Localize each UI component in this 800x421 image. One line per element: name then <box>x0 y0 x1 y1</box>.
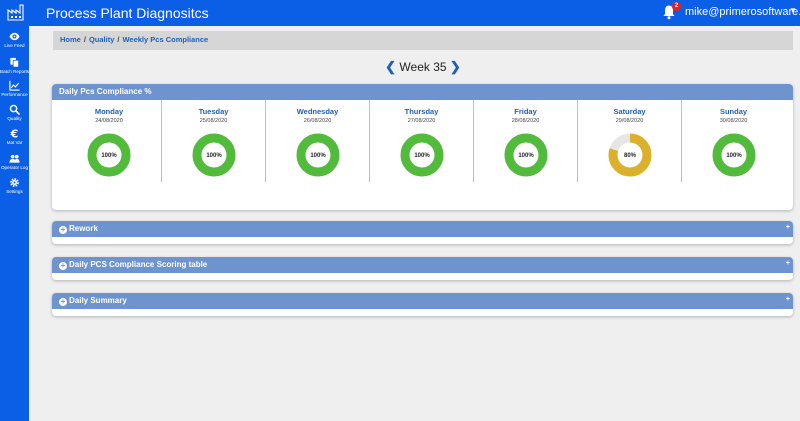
panel-header[interactable]: + Daily PCS Compliance Scoring table + <box>52 257 793 273</box>
panel-title: Daily PCS Compliance Scoring table <box>69 260 208 269</box>
sidebar-item-mat-var[interactable]: € Mat Var <box>0 128 29 152</box>
plus-circle-icon[interactable]: + <box>59 298 67 306</box>
breadcrumb-separator: / <box>117 35 120 44</box>
day-wednesday: Wednesday 26/08/2020 100% <box>265 100 369 182</box>
sidebar-item-label: Live Feed <box>4 43 25 48</box>
panel-header[interactable]: + Rework + <box>52 221 793 237</box>
day-name: Friday <box>514 107 537 116</box>
breadcrumb-home[interactable]: Home <box>60 35 81 44</box>
day-name: Saturday <box>613 107 646 116</box>
day-thursday: Thursday 27/08/2020 100% <box>369 100 473 182</box>
day-date: 27/08/2020 <box>407 118 436 124</box>
days-row: Monday 24/08/2020 100% Tuesday 25/08/202… <box>52 100 793 206</box>
compliance-donut: 100% <box>192 133 235 177</box>
panel-title: Rework <box>69 224 98 233</box>
donut-percent-label: 100% <box>726 153 742 159</box>
day-friday: Friday 28/08/2020 100% <box>473 100 577 182</box>
sidebar-item-settings[interactable]: Settings <box>0 177 29 201</box>
donut-percent-label: 100% <box>414 153 430 159</box>
chevron-down-icon[interactable]: ▼ <box>789 6 797 15</box>
sidebar-item-label: Operator Log <box>0 165 29 170</box>
day-monday: Monday 24/08/2020 100% <box>57 100 161 182</box>
sidebar-item-label: Performance <box>1 92 28 97</box>
compliance-donut: 80% <box>608 133 651 177</box>
daily-summary-panel: + Daily Summary + <box>52 293 793 316</box>
sidebar-item-label: Quality <box>7 116 22 121</box>
app-title: Process Plant Diagnositcs <box>46 5 209 21</box>
breadcrumb-separator: / <box>83 35 86 44</box>
sidebar-item-quality[interactable]: Quality <box>0 104 29 128</box>
chevron-right-icon[interactable]: ❯ <box>450 59 461 74</box>
gear-icon <box>10 178 19 187</box>
users-icon <box>9 154 20 163</box>
day-name: Wednesday <box>296 107 339 116</box>
top-bar: Process Plant Diagnositcs 2 mike@primero… <box>0 0 800 26</box>
scoring-table-panel: + Daily PCS Compliance Scoring table + <box>52 257 793 280</box>
panel-title: Daily Pcs Compliance % <box>59 87 152 96</box>
donut-percent-label: 80% <box>623 153 636 159</box>
expand-icon[interactable]: + <box>786 224 790 231</box>
week-selector: ❮ Week 35 ❯ <box>0 59 800 75</box>
day-date: 30/08/2020 <box>719 118 748 124</box>
sidebar-item-live-feed[interactable]: Live Feed <box>0 31 29 55</box>
chart-line-icon <box>9 80 20 91</box>
day-name: Thursday <box>404 107 439 116</box>
breadcrumb-current[interactable]: Weekly Pcs Compliance <box>122 35 208 44</box>
day-date: 25/08/2020 <box>199 118 228 124</box>
notification-badge: 2 <box>672 2 681 11</box>
compliance-donut: 100% <box>296 133 339 177</box>
donut-percent-label: 100% <box>101 153 117 159</box>
week-label: Week 35 <box>399 60 447 74</box>
day-name: Tuesday <box>198 107 229 116</box>
day-name: Monday <box>94 107 124 116</box>
day-name: Sunday <box>719 107 748 116</box>
eye-icon <box>9 32 20 41</box>
daily-compliance-panel: Daily Pcs Compliance % Monday 24/08/2020… <box>52 84 793 210</box>
day-date: 28/08/2020 <box>511 118 540 124</box>
panel-header: Daily Pcs Compliance % <box>52 84 793 100</box>
day-date: 29/08/2020 <box>615 118 644 124</box>
expand-icon[interactable]: + <box>786 296 790 303</box>
day-date: 24/08/2020 <box>95 118 123 124</box>
day-tuesday: Tuesday 25/08/2020 100% <box>161 100 265 182</box>
sidebar-item-label: Mat Var <box>6 140 23 145</box>
sidebar-item-label: Settings <box>6 189 23 194</box>
expand-icon[interactable]: + <box>786 260 790 267</box>
chevron-left-icon[interactable]: ❮ <box>385 59 396 74</box>
sidebar: Live Feed Batch Reports Performance Qual… <box>0 26 29 421</box>
compliance-donut: 100% <box>400 133 443 177</box>
panel-title: Daily Summary <box>69 296 127 305</box>
breadcrumb: Home / Quality / Weekly Pcs Compliance <box>53 31 793 50</box>
compliance-donut: 100% <box>504 133 547 177</box>
day-date: 26/08/2020 <box>303 118 332 124</box>
euro-icon: € <box>10 128 19 139</box>
plus-circle-icon[interactable]: + <box>59 262 67 270</box>
breadcrumb-quality[interactable]: Quality <box>89 35 114 44</box>
donut-percent-label: 100% <box>310 153 326 159</box>
compliance-donut: 100% <box>712 133 755 177</box>
sidebar-item-performance[interactable]: Performance <box>0 80 29 104</box>
factory-logo-icon[interactable] <box>6 2 26 22</box>
plus-circle-icon[interactable]: + <box>59 226 67 234</box>
rework-panel: + Rework + <box>52 221 793 244</box>
donut-percent-label: 100% <box>206 153 222 159</box>
search-icon <box>9 104 20 115</box>
day-saturday: Saturday 29/08/2020 80% <box>577 100 681 182</box>
donut-percent-label: 100% <box>518 153 534 159</box>
sidebar-item-operator-log[interactable]: Operator Log <box>0 153 29 177</box>
compliance-donut: 100% <box>87 133 131 177</box>
day-sunday: Sunday 30/08/2020 100% <box>681 100 785 182</box>
panel-header[interactable]: + Daily Summary + <box>52 293 793 309</box>
svg-text:€: € <box>10 128 19 139</box>
user-menu[interactable]: mike@primerosoftware.co.uk <box>685 6 800 18</box>
